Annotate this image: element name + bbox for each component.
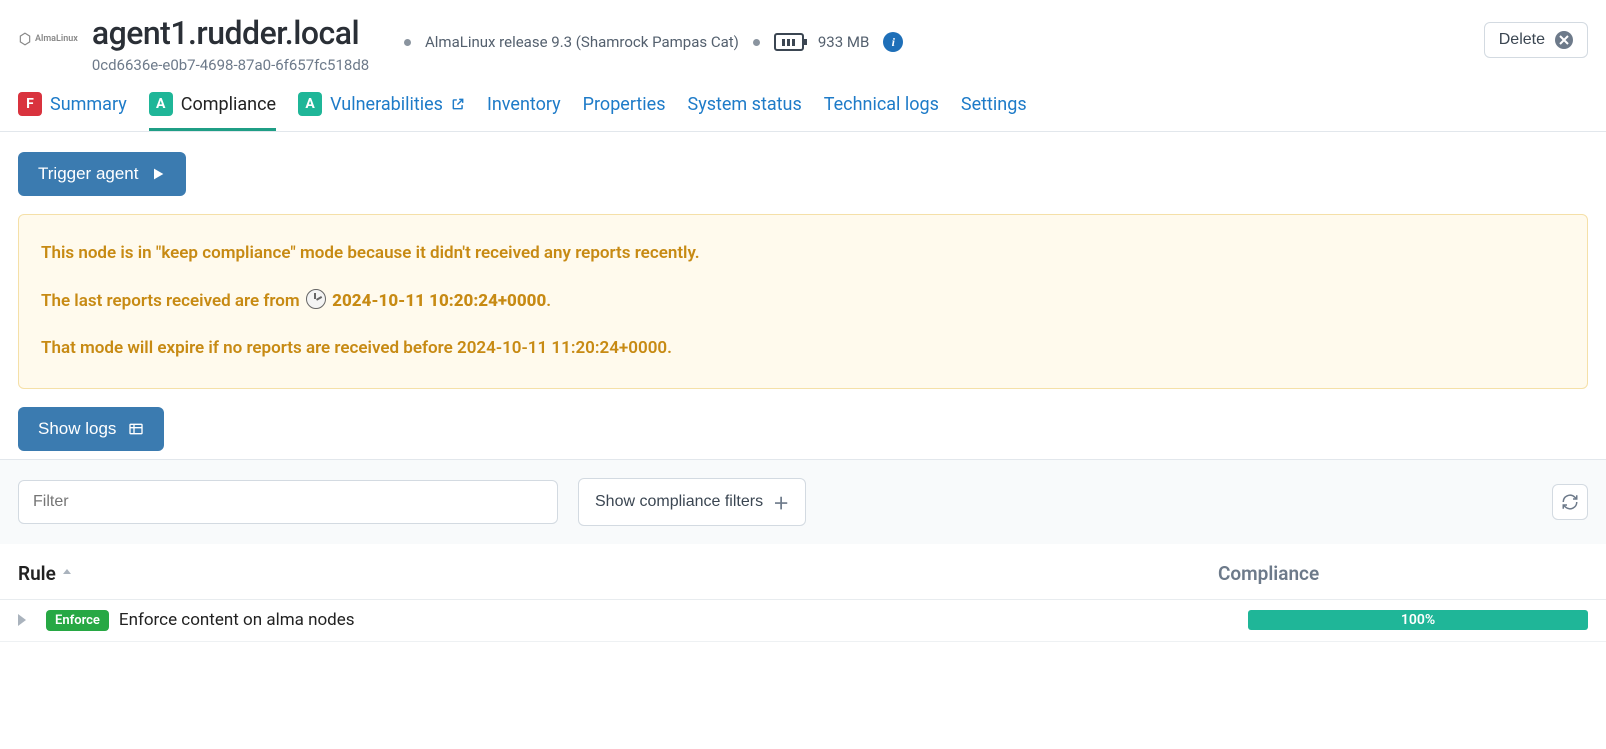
table-row[interactable]: Enforce Enforce content on alma nodes 10…	[0, 600, 1606, 642]
badge-vulnerabilities: A	[298, 92, 322, 116]
tabs: F Summary A Compliance A Vulnerabilities…	[0, 74, 1606, 132]
compliance-bar: 100%	[1248, 610, 1588, 630]
close-icon	[1555, 31, 1573, 49]
node-id: 0cd6636e-e0b7-4698-87a0-6f657fc518d8	[92, 56, 1588, 74]
col-compliance[interactable]: Compliance	[1218, 562, 1319, 585]
alert-line1: This node is in "keep compliance" mode b…	[41, 241, 1565, 267]
badge-summary: F	[18, 92, 42, 116]
expand-caret-icon[interactable]	[18, 614, 26, 626]
tab-system-status[interactable]: System status	[688, 94, 802, 130]
show-logs-button[interactable]: Show logs	[18, 407, 164, 451]
tab-technical-logs[interactable]: Technical logs	[824, 94, 939, 130]
tab-properties[interactable]: Properties	[583, 94, 666, 130]
tab-vulnerabilities[interactable]: A Vulnerabilities	[298, 92, 465, 131]
ram-value: 933 MB	[818, 33, 869, 51]
alert-line3: That mode will expire if no reports are …	[41, 336, 1565, 362]
plus-icon: ＋	[773, 490, 789, 514]
alert-line2: The last reports received are from 2024-…	[41, 289, 1565, 315]
os-release: AlmaLinux release 9.3 (Shamrock Pampas C…	[425, 33, 739, 51]
compliance-alert: This node is in "keep compliance" mode b…	[18, 214, 1588, 389]
col-rule[interactable]: Rule	[18, 562, 1218, 585]
filter-input[interactable]	[18, 480, 558, 524]
tab-inventory[interactable]: Inventory	[487, 94, 561, 130]
refresh-button[interactable]	[1552, 484, 1588, 520]
info-icon[interactable]: i	[883, 32, 903, 52]
badge-compliance: A	[149, 92, 173, 116]
play-icon	[150, 166, 166, 182]
policy-mode-tag: Enforce	[46, 610, 109, 631]
show-compliance-filters-button[interactable]: Show compliance filters ＋	[578, 478, 806, 526]
tab-compliance[interactable]: A Compliance	[149, 92, 276, 131]
filter-bar: Show compliance filters ＋	[0, 459, 1606, 544]
os-logo: AlmaLinux	[18, 32, 78, 46]
ram-icon	[774, 33, 804, 51]
table-header: Rule Compliance	[0, 544, 1606, 600]
refresh-icon	[1561, 493, 1579, 511]
rule-name: Enforce content on alma nodes	[119, 610, 355, 630]
tab-settings[interactable]: Settings	[961, 94, 1027, 130]
separator-dot	[753, 39, 760, 46]
delete-button[interactable]: Delete	[1484, 22, 1588, 58]
sort-asc-icon	[62, 568, 72, 578]
clock-icon	[306, 289, 326, 309]
tab-summary[interactable]: F Summary	[18, 92, 127, 131]
trigger-agent-button[interactable]: Trigger agent	[18, 152, 186, 196]
table-icon	[128, 421, 144, 437]
status-dot	[404, 39, 411, 46]
external-link-icon	[451, 97, 465, 111]
